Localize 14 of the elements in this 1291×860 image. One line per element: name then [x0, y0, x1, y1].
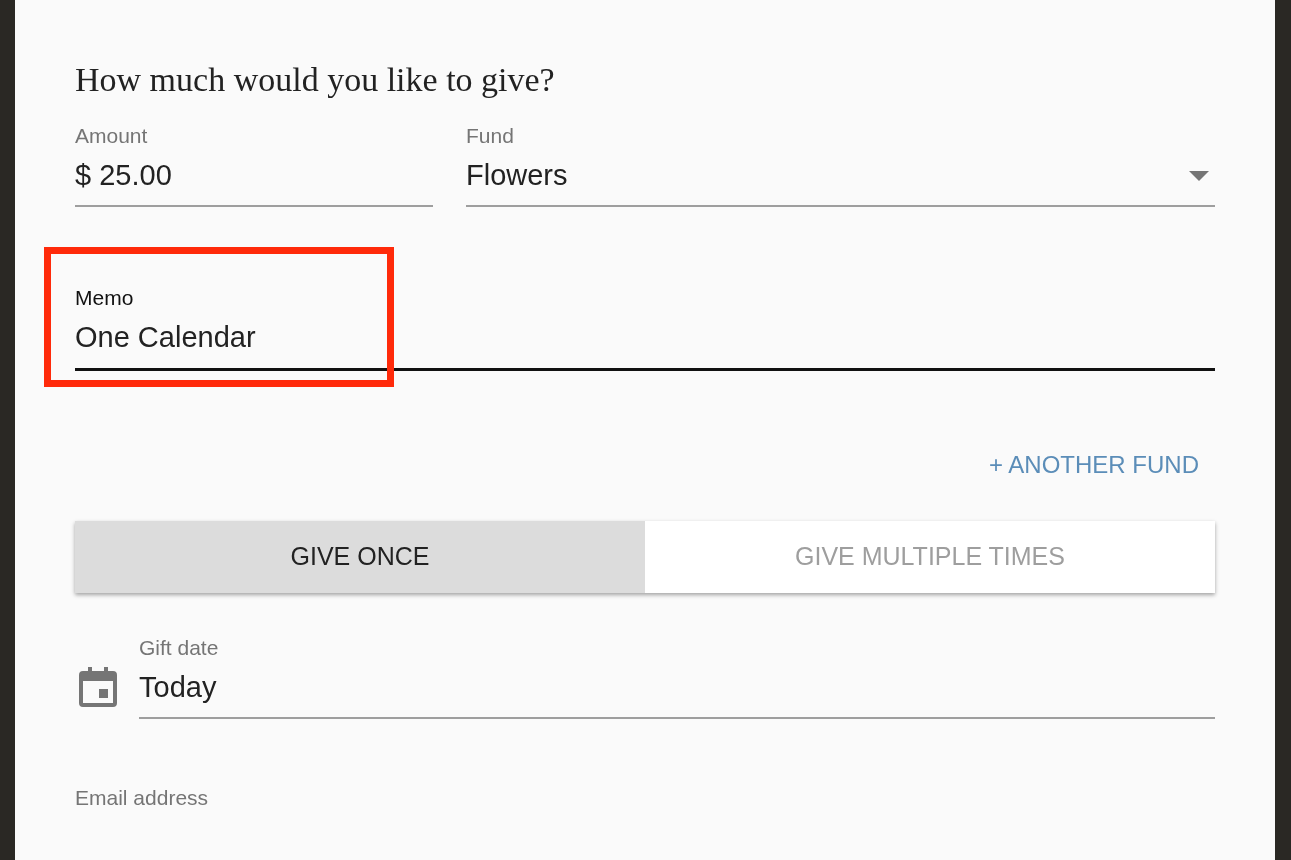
field-label: Amount: [75, 122, 148, 148]
field-label: Email address: [75, 785, 209, 811]
dropdown-caret-icon: [1189, 170, 1209, 181]
amount-field[interactable]: $ 25.00: [75, 149, 433, 208]
field-label: Memo: [75, 285, 134, 311]
memo-field[interactable]: One Calendar: [75, 312, 1215, 371]
field-label: Gift date: [139, 634, 219, 660]
frequency-tab[interactable]: GIVE ONCE: [75, 520, 645, 593]
select-value: Flowers: [466, 157, 568, 193]
calendar-icon: [79, 667, 117, 708]
fund-select[interactable]: Flowers: [466, 149, 1215, 208]
gift-date-field[interactable]: Today: [139, 661, 1215, 720]
field-label: Fund: [466, 122, 514, 148]
form-heading: How much would you like to give?: [75, 60, 556, 100]
